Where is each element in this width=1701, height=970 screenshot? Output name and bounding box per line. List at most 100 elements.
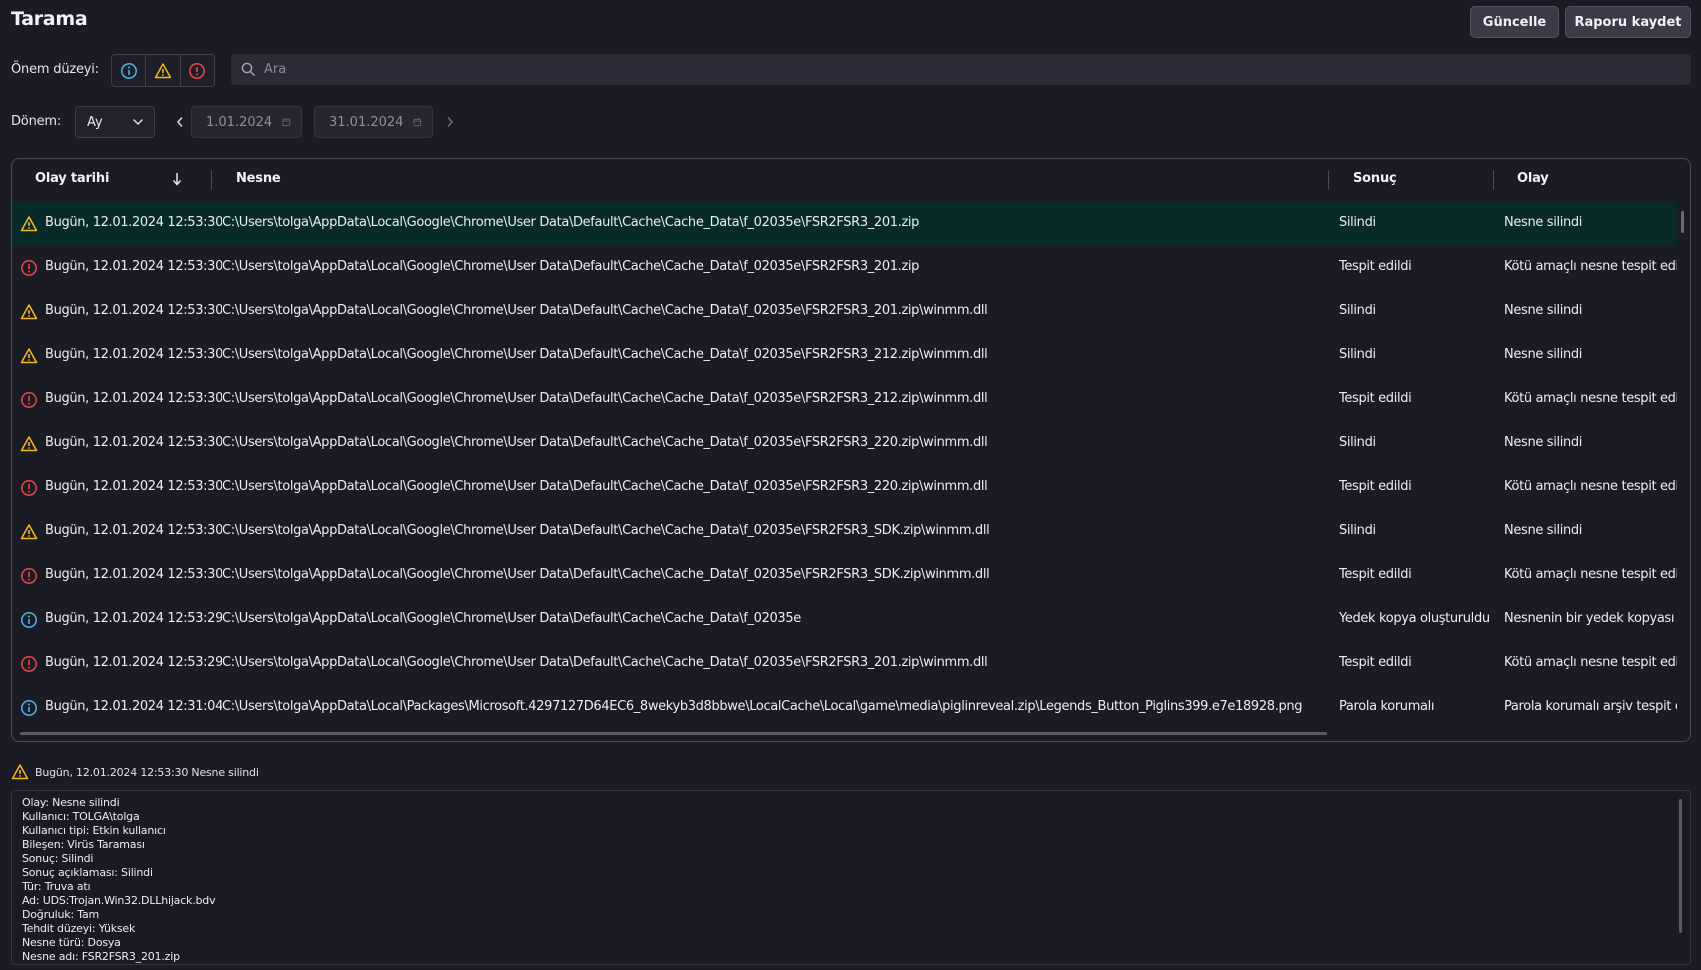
severity-error-button[interactable] bbox=[181, 55, 214, 86]
table-row[interactable]: Bugün, 12.01.2024 12:53:29 C:\Users\tolga… bbox=[12, 598, 1677, 642]
detail-scrollbar[interactable] bbox=[1679, 799, 1682, 933]
cell-object: C:\Users\tolga\AppData\Local\Google\Chro… bbox=[222, 523, 990, 538]
error-icon bbox=[21, 392, 37, 408]
column-header-event[interactable]: Olay bbox=[1517, 171, 1549, 186]
detail-line: Doğruluk: Tam bbox=[22, 908, 100, 921]
cell-event: Kötü amaçlı nesne tespit edi bbox=[1504, 391, 1677, 406]
column-divider[interactable] bbox=[1328, 170, 1329, 190]
calendar-icon bbox=[282, 118, 291, 126]
table-row[interactable]: Bugün, 12.01.2024 12:31:04 C:\Users\tolga… bbox=[12, 686, 1677, 730]
column-header-object[interactable]: Nesne bbox=[236, 171, 281, 186]
warning-icon bbox=[20, 348, 38, 364]
table-row[interactable]: Bugün, 12.01.2024 12:53:30 C:\Users\tolga… bbox=[12, 378, 1677, 422]
cell-object: C:\Users\tolga\AppData\Local\Google\Chro… bbox=[222, 611, 801, 626]
info-icon bbox=[21, 612, 37, 628]
cell-result: Silindi bbox=[1339, 523, 1376, 538]
cell-object: C:\Users\tolga\AppData\Local\Google\Chro… bbox=[222, 303, 988, 318]
table-row[interactable]: Bugün, 12.01.2024 12:53:30 C:\Users\tolga… bbox=[12, 246, 1677, 290]
date-to-field[interactable]: 31.01.2024 bbox=[314, 106, 433, 138]
search-icon bbox=[241, 62, 256, 77]
table-row[interactable]: Bugün, 12.01.2024 12:53:30 C:\Users\tolga… bbox=[12, 334, 1677, 378]
cell-event: Kötü amaçlı nesne tespit edi bbox=[1504, 479, 1677, 494]
table-row[interactable]: Bugün, 12.01.2024 12:53:30 C:\Users\tolga… bbox=[12, 510, 1677, 554]
date-to-value: 31.01.2024 bbox=[329, 114, 404, 130]
cell-object: C:\Users\tolga\AppData\Local\Google\Chro… bbox=[222, 479, 988, 494]
cell-date: Bugün, 12.01.2024 12:53:29 bbox=[45, 655, 222, 670]
events-table: Olay tarihi Nesne Sonuç Olay Bugün, 12.0… bbox=[11, 158, 1691, 742]
cell-date: Bugün, 12.01.2024 12:53:30 bbox=[45, 523, 222, 538]
period-label: Dönem: bbox=[11, 114, 62, 129]
chevron-left-icon bbox=[176, 117, 183, 127]
detail-line: Nesne adı: FSR2FSR3_201.zip bbox=[22, 950, 180, 963]
column-header-date[interactable]: Olay tarihi bbox=[35, 171, 109, 186]
horizontal-scrollbar[interactable] bbox=[20, 732, 1327, 735]
cell-event: Kötü amaçlı nesne tespit edi bbox=[1504, 259, 1677, 274]
detail-line: Olay: Nesne silindi bbox=[22, 796, 120, 809]
cell-date: Bugün, 12.01.2024 12:53:30 bbox=[45, 479, 222, 494]
error-icon bbox=[21, 480, 37, 496]
severity-label: Önem düzeyi: bbox=[11, 62, 99, 77]
cell-object: C:\Users\tolga\AppData\Local\Google\Chro… bbox=[222, 391, 988, 406]
period-value: Ay bbox=[87, 114, 103, 130]
cell-object: C:\Users\tolga\AppData\Local\Google\Chro… bbox=[222, 655, 988, 670]
search-box bbox=[231, 54, 1691, 85]
cell-object: C:\Users\tolga\AppData\Local\Google\Chro… bbox=[222, 347, 988, 362]
table-row[interactable]: Bugün, 12.01.2024 12:53:30 C:\Users\tolga… bbox=[12, 290, 1677, 334]
page-title: Tarama bbox=[11, 8, 88, 30]
cell-object: C:\Users\tolga\AppData\Local\Packages\Mi… bbox=[222, 699, 1303, 714]
cell-object: C:\Users\tolga\AppData\Local\Google\Chro… bbox=[222, 567, 990, 582]
severity-info-button[interactable] bbox=[112, 55, 147, 86]
cell-result: Silindi bbox=[1339, 347, 1376, 362]
detail-line: Tehdit düzeyi: Yüksek bbox=[22, 922, 136, 935]
detail-line: Bileşen: Virüs Taraması bbox=[22, 838, 145, 851]
search-input[interactable] bbox=[264, 62, 1664, 77]
cell-result: Silindi bbox=[1339, 303, 1376, 318]
cell-result: Yedek kopya oluşturuldu bbox=[1339, 611, 1490, 626]
warning-icon bbox=[20, 436, 38, 452]
error-icon bbox=[21, 656, 37, 672]
cell-event: Kötü amaçlı nesne tespit edi bbox=[1504, 655, 1677, 670]
vertical-scrollbar[interactable] bbox=[1681, 211, 1684, 233]
detail-line: Sonuç açıklaması: Silindi bbox=[22, 866, 153, 879]
detail-line: Sonuç: Silindi bbox=[22, 852, 94, 865]
table-row[interactable]: Bugün, 12.01.2024 12:53:30 C:\Users\tolga… bbox=[12, 422, 1677, 466]
chevron-down-icon bbox=[132, 118, 144, 126]
refresh-button[interactable]: Güncelle bbox=[1470, 6, 1559, 38]
severity-warning-button[interactable] bbox=[146, 55, 181, 86]
cell-event: Nesne silindi bbox=[1504, 347, 1583, 362]
cell-event: Parola korumalı arşiv tespit e bbox=[1504, 699, 1677, 714]
warning-icon bbox=[154, 62, 172, 78]
column-header-result[interactable]: Sonuç bbox=[1353, 171, 1397, 186]
previous-period-button[interactable] bbox=[173, 112, 187, 132]
date-from-field[interactable]: 1.01.2024 bbox=[191, 106, 302, 138]
cell-result: Tespit edildi bbox=[1339, 391, 1412, 406]
table-row[interactable]: Bugün, 12.01.2024 12:53:29 C:\Users\tolga… bbox=[12, 642, 1677, 686]
detail-header-text: Bugün, 12.01.2024 12:53:30 Nesne silindi bbox=[35, 765, 259, 779]
cell-event: Nesne silindi bbox=[1504, 523, 1583, 538]
detail-line: Kullanıcı tipi: Etkin kullanıcı bbox=[22, 824, 166, 837]
cell-object: C:\Users\tolga\AppData\Local\Google\Chro… bbox=[222, 435, 988, 450]
table-row[interactable]: Bugün, 12.01.2024 12:53:30 C:\Users\tolga… bbox=[12, 554, 1677, 598]
cell-date: Bugün, 12.01.2024 12:53:29 bbox=[45, 611, 222, 626]
cell-result: Tespit edildi bbox=[1339, 479, 1412, 494]
warning-icon bbox=[20, 524, 38, 540]
cell-event: Nesnenin bir yedek kopyası bbox=[1504, 611, 1675, 626]
cell-object: C:\Users\tolga\AppData\Local\Google\Chro… bbox=[222, 215, 920, 230]
cell-object: C:\Users\tolga\AppData\Local\Google\Chro… bbox=[222, 259, 920, 274]
error-icon bbox=[21, 260, 37, 276]
warning-icon bbox=[20, 304, 38, 320]
next-period-button[interactable] bbox=[443, 112, 457, 132]
column-divider[interactable] bbox=[1493, 170, 1494, 190]
period-select[interactable]: Ay bbox=[75, 106, 155, 138]
column-divider[interactable] bbox=[211, 170, 212, 190]
cell-result: Parola korumalı bbox=[1339, 699, 1435, 714]
save-report-button[interactable]: Raporu kaydet bbox=[1565, 6, 1691, 38]
cell-result: Tespit edildi bbox=[1339, 655, 1412, 670]
table-row[interactable]: Bugün, 12.01.2024 12:53:30 C:\Users\tolga… bbox=[12, 466, 1677, 510]
table-row[interactable]: Bugün, 12.01.2024 12:53:30 C:\Users\tolga… bbox=[12, 202, 1677, 246]
sort-descending-icon[interactable] bbox=[172, 172, 182, 186]
detail-line: Tür: Truva atı bbox=[22, 880, 91, 893]
cell-date: Bugün, 12.01.2024 12:53:30 bbox=[45, 347, 222, 362]
event-details[interactable]: Olay: Nesne silindi Kullanıcı: TOLGA\tolg… bbox=[11, 790, 1691, 965]
detail-header: Bugün, 12.01.2024 12:53:30 Nesne silindi bbox=[11, 763, 259, 781]
